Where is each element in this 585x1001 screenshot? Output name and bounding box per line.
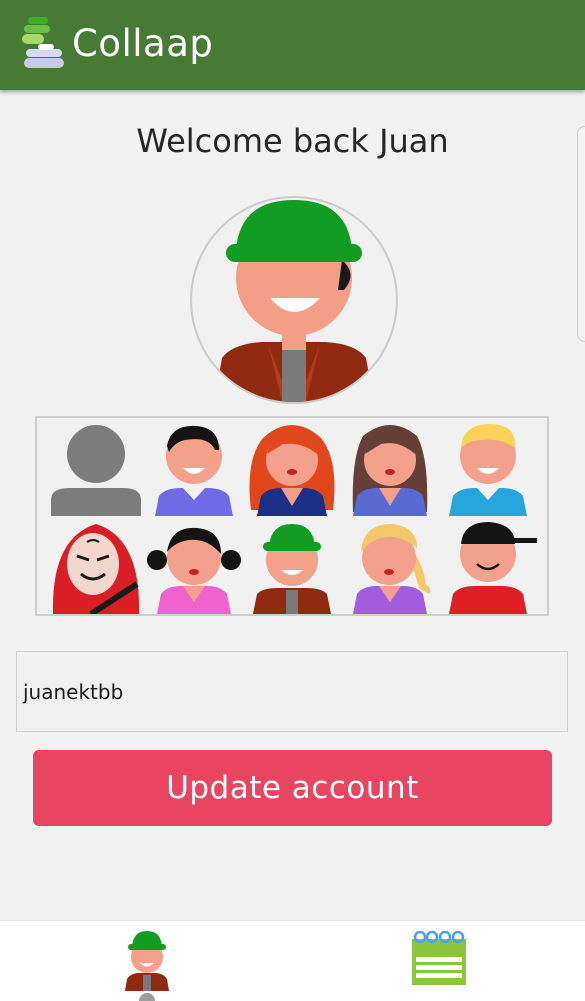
update-account-button[interactable]: Update account	[33, 750, 552, 826]
avatar-option-dark-bun-girl[interactable]	[145, 518, 243, 614]
avatar-option-cap-boy[interactable]	[439, 518, 541, 614]
selected-avatar	[190, 196, 398, 404]
avatar-option-dark-hair-boy[interactable]	[145, 420, 243, 516]
bottom-navigation	[0, 920, 585, 1001]
update-account-label: Update account	[166, 770, 419, 806]
board-icon[interactable]	[408, 931, 470, 987]
avatar-option-blond-boy[interactable]	[439, 420, 537, 516]
username-value: juanektbb	[23, 680, 124, 704]
avatar-option-default[interactable]	[47, 420, 145, 516]
collaap-logo-icon	[22, 17, 64, 68]
avatar-option-red-hood-mask[interactable]	[47, 518, 145, 617]
avatar-picker	[35, 416, 549, 617]
welcome-heading: Welcome back Juan	[136, 122, 449, 160]
avatar-option-blond-ponytail-girl[interactable]	[341, 518, 439, 614]
avatar-option-red-hair-girl[interactable]	[243, 420, 341, 516]
app-title: Collaap	[72, 22, 214, 65]
avatar-option-green-hat-boy[interactable]	[243, 518, 341, 614]
app-bar: Collaap	[0, 0, 585, 90]
avatar-option-brown-hair-girl[interactable]	[341, 420, 439, 516]
profile-avatar-icon[interactable]	[117, 927, 177, 1001]
username-field[interactable]: juanektbb	[16, 651, 568, 732]
